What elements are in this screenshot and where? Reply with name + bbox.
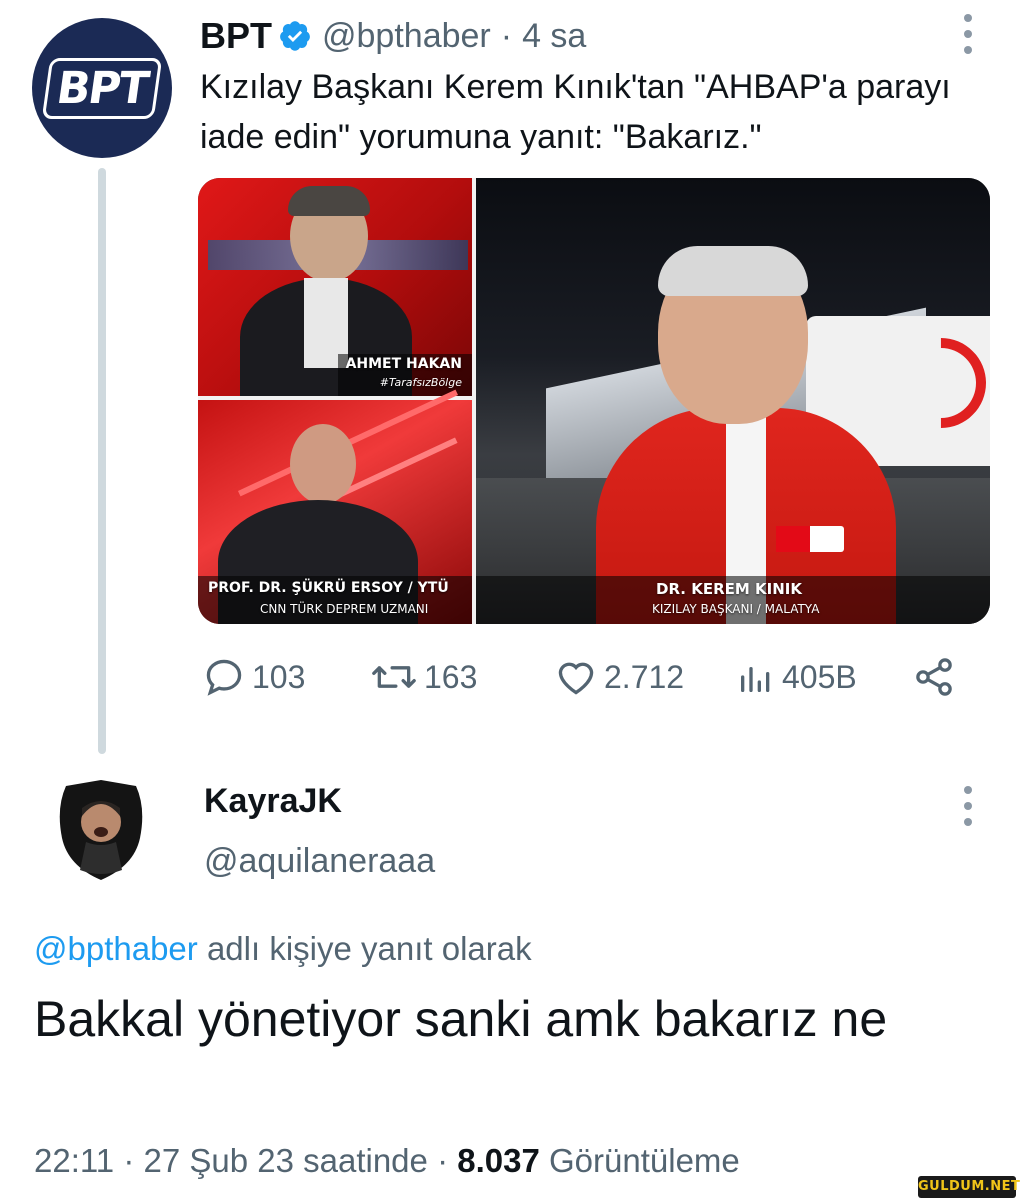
bpt-avatar[interactable]: BPT [32,18,172,158]
reply-meta-line: 22:11 · 27 Şub 23 saatinde · 8.037 Görün… [34,1142,740,1180]
tweet-media-image[interactable]: AHMET HAKAN #TarafsızBölge PROF. DR. ŞÜK… [198,178,990,624]
share-button[interactable] [912,652,962,702]
reply-date[interactable]: 27 Şub 23 saatinde [143,1142,427,1179]
caption-expert-title: CNN TÜRK DEPREM UZMANI [260,602,429,616]
verified-badge-icon [280,21,310,51]
replying-to-line: @bpthaber adlı kişiye yanıt olarak [34,930,532,968]
reply-views-count: 8.037 [457,1142,540,1179]
reply-tweet-text: Bakkal yönetiyor sanki amk bakarız ne [34,991,888,1047]
media-panel-expert: PROF. DR. ŞÜKRÜ ERSOY / YTÜ CNN TÜRK DEP… [198,389,472,624]
like-count: 2.712 [604,658,685,695]
expert-head [290,424,356,504]
caption-president-title: KIZILAY BAŞKANI / MALATYA [652,602,820,616]
parent-display-name[interactable]: BPT [200,15,272,57]
views-count-parent: 405B [782,658,857,695]
thread-line [98,168,106,754]
separator-dot: · [123,1142,144,1179]
president-hair [658,246,808,296]
share-icon [916,658,952,696]
caption-expert-name: PROF. DR. ŞÜKRÜ ERSOY / YTÜ [208,580,449,596]
reply-to-mention-link[interactable]: @bpthaber [34,930,198,967]
tweet-action-bar: 103 163 2.712 405B [200,652,990,702]
views-chart-icon [741,667,770,692]
reply-display-name[interactable]: KayraJK [204,782,342,821]
turkish-flag-icon [776,526,810,552]
caption-host-show: #TarafsızBölge [379,376,462,389]
separator-dot: · [437,1142,458,1179]
parent-tweet-text: Kızılay Başkanı Kerem Kınık'tan "AHBAP'a… [200,68,951,156]
reply-count: 103 [252,658,306,695]
retweet-button[interactable]: 163 [370,652,477,702]
reply-handle[interactable]: @aquilaneraaa [204,842,435,881]
caption-host-name: AHMET HAKAN [345,356,462,372]
parent-tweet-age[interactable]: 4 sa [522,17,586,56]
reply-icon [206,659,242,696]
retweet-count: 163 [424,658,478,695]
reply-more-options-icon[interactable] [963,786,973,826]
reply-button[interactable]: 103 [202,652,305,702]
views-button[interactable]: 405B [736,652,857,702]
parent-handle[interactable]: @bpthaber [322,17,491,56]
caption-president-name: DR. KEREM KINIK [656,580,802,598]
reply-views-label: Görüntüleme [549,1142,740,1179]
kayrajk-avatar[interactable] [56,778,146,882]
reply-to-label: adlı kişiye yanıt olarak [206,930,532,967]
bpt-logo: BPT [41,57,163,119]
like-button[interactable]: 2.712 [554,652,684,702]
separator-dot: · [500,16,513,55]
site-watermark: GULDUM.NET [918,1176,1020,1198]
heart-icon [558,662,594,695]
media-panel-president: DR. KEREM KINIK KIZILAY BAŞKANI / MALATY… [476,178,990,624]
reply-time[interactable]: 22:11 [34,1142,114,1179]
parent-tweet-header: BPT @bpthaber · 4 sa [200,14,586,58]
host-hair [288,186,370,216]
retweet-icon [372,666,416,688]
media-panel-host: AHMET HAKAN #TarafsızBölge [198,178,472,396]
more-options-icon[interactable] [963,14,973,54]
